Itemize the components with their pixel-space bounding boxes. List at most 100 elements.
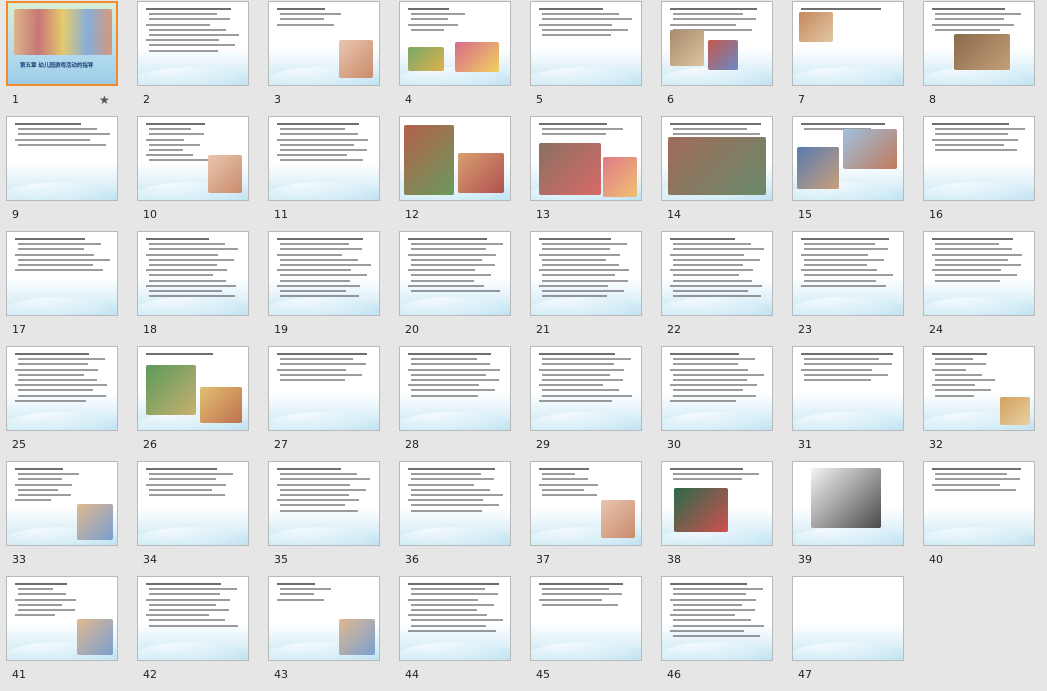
slide-thumbnail-cell[interactable]: 4 [393, 1, 526, 116]
slide-thumbnail-cell[interactable]: 2 [131, 1, 264, 116]
slide-thumbnail-37[interactable] [530, 461, 642, 546]
slide-thumbnail-cell[interactable]: 38 [655, 461, 788, 576]
slide-thumbnail-14[interactable] [661, 116, 773, 201]
slide-thumbnail-46[interactable] [661, 576, 773, 661]
slide-text-line [411, 509, 482, 512]
slide-thumbnail-cell[interactable]: 6 [655, 1, 788, 116]
slide-thumbnail-cell[interactable]: 21 [524, 231, 657, 346]
slide-thumbnail-cell[interactable]: 3 [262, 1, 395, 116]
slide-thumbnail-cell[interactable]: 32 [917, 346, 1047, 461]
slide-thumbnail-cell[interactable]: 第五章 幼儿园游戏活动的指导 1 ★ [0, 1, 133, 116]
slide-thumbnail-31[interactable] [792, 346, 904, 431]
slide-thumbnail-cell[interactable]: 11 [262, 116, 395, 231]
slide-thumbnail-cell[interactable]: 35 [262, 461, 395, 576]
slide-thumbnail-cell[interactable]: 12 [393, 116, 526, 231]
slide-thumbnail-22[interactable] [661, 231, 773, 316]
slide-thumbnail-45[interactable] [530, 576, 642, 661]
slide-thumbnail-cell[interactable]: 15 [786, 116, 919, 231]
slide-thumbnail-cell[interactable]: 17 [0, 231, 133, 346]
slide-thumbnail-10[interactable] [137, 116, 249, 201]
slide-thumbnail-26[interactable] [137, 346, 249, 431]
slide-thumbnail-2[interactable] [137, 1, 249, 86]
slide-thumbnail-cell[interactable]: 47 [786, 576, 919, 691]
slide-thumbnail-cell[interactable]: 5 [524, 1, 657, 116]
slide-thumbnail-35[interactable] [268, 461, 380, 546]
slide-thumbnail-43[interactable] [268, 576, 380, 661]
slide-thumbnail-cell[interactable]: 45 [524, 576, 657, 691]
slide-thumbnail-21[interactable] [530, 231, 642, 316]
slide-thumbnail-cell[interactable]: 8 [917, 1, 1047, 116]
slide-thumbnail-cell[interactable]: 20 [393, 231, 526, 346]
slide-thumbnail-39[interactable] [792, 461, 904, 546]
slide-thumbnail-cell[interactable]: 36 [393, 461, 526, 576]
slide-thumbnail-47[interactable] [792, 576, 904, 661]
slide-thumbnail-8[interactable] [923, 1, 1035, 86]
slide-thumbnail-cell[interactable]: 43 [262, 576, 395, 691]
slide-thumbnail-cell[interactable]: 16 [917, 116, 1047, 231]
slide-thumbnail-12[interactable] [399, 116, 511, 201]
slide-thumbnail-24[interactable] [923, 231, 1035, 316]
slide-thumbnail-28[interactable] [399, 346, 511, 431]
slide-thumbnail-cell[interactable]: 23 [786, 231, 919, 346]
slide-thumbnail-9[interactable] [6, 116, 118, 201]
slide-thumbnail-cell[interactable]: 39 [786, 461, 919, 576]
slide-thumbnail-cell[interactable]: 41 [0, 576, 133, 691]
slide-thumbnail-cell[interactable]: 34 [131, 461, 264, 576]
slide-thumbnail-cell[interactable]: 7 [786, 1, 919, 116]
slide-thumbnail-32[interactable] [923, 346, 1035, 431]
slide-number: 16 [929, 208, 943, 221]
slide-thumbnail-cell[interactable]: 9 [0, 116, 133, 231]
slide-text-line [932, 138, 1018, 141]
slide-thumbnail-42[interactable] [137, 576, 249, 661]
slide-thumbnail-5[interactable] [530, 1, 642, 86]
slide-thumbnail-cell[interactable]: 25 [0, 346, 133, 461]
slide-thumbnail-41[interactable] [6, 576, 118, 661]
slide-thumbnail-cell[interactable]: 10 [131, 116, 264, 231]
slide-thumbnail-30[interactable] [661, 346, 773, 431]
slide-thumbnail-33[interactable] [6, 461, 118, 546]
slide-thumbnail-17[interactable] [6, 231, 118, 316]
slide-thumbnail-cell[interactable]: 26 [131, 346, 264, 461]
slide-thumbnail-cell[interactable]: 18 [131, 231, 264, 346]
slide-thumbnail-18[interactable] [137, 231, 249, 316]
slide-thumbnail-23[interactable] [792, 231, 904, 316]
transition-star-icon[interactable]: ★ [99, 93, 110, 107]
slide-thumbnail-7[interactable] [792, 1, 904, 86]
slide-thumbnail-34[interactable] [137, 461, 249, 546]
slide-thumbnail-40[interactable] [923, 461, 1035, 546]
slide-thumbnail-16[interactable] [923, 116, 1035, 201]
slide-thumbnail-cell[interactable]: 19 [262, 231, 395, 346]
slide-thumbnail-38[interactable] [661, 461, 773, 546]
slide-thumbnail-cell[interactable]: 29 [524, 346, 657, 461]
slide-thumbnail-cell[interactable]: 37 [524, 461, 657, 576]
slide-thumbnail-11[interactable] [268, 116, 380, 201]
slide-thumbnail-19[interactable] [268, 231, 380, 316]
slide-thumbnail-3[interactable] [268, 1, 380, 86]
slide-thumbnail-44[interactable] [399, 576, 511, 661]
slide-thumbnail-cell[interactable]: 44 [393, 576, 526, 691]
slide-thumbnail-20[interactable] [399, 231, 511, 316]
slide-thumbnail-cell[interactable]: 14 [655, 116, 788, 231]
slide-thumbnail-cell[interactable]: 30 [655, 346, 788, 461]
slide-thumbnail-cell[interactable]: 40 [917, 461, 1047, 576]
slide-thumbnail-cell[interactable]: 42 [131, 576, 264, 691]
slide-thumbnail-cell[interactable]: 24 [917, 231, 1047, 346]
slide-thumbnail-cell[interactable]: 31 [786, 346, 919, 461]
slide-thumbnail-36[interactable] [399, 461, 511, 546]
slide-thumbnail-6[interactable] [661, 1, 773, 86]
slide-thumbnail-25[interactable] [6, 346, 118, 431]
slide-thumbnail-cell[interactable]: 46 [655, 576, 788, 691]
slide-text-line [18, 478, 62, 481]
slide-thumbnail-27[interactable] [268, 346, 380, 431]
slide-thumbnail-13[interactable] [530, 116, 642, 201]
slide-thumbnail-29[interactable] [530, 346, 642, 431]
slide-thumbnail-4[interactable] [399, 1, 511, 86]
slide-thumbnail-1[interactable]: 第五章 幼儿园游戏活动的指导 [6, 1, 118, 86]
slide-thumbnail-cell[interactable]: 28 [393, 346, 526, 461]
slide-thumbnail-cell[interactable]: 27 [262, 346, 395, 461]
slide-thumbnail-15[interactable] [792, 116, 904, 201]
slide-thumbnail-cell[interactable]: 13 [524, 116, 657, 231]
slide-thumbnail-cell[interactable]: 22 [655, 231, 788, 346]
slide-text-line [146, 138, 184, 141]
slide-thumbnail-cell[interactable]: 33 [0, 461, 133, 576]
